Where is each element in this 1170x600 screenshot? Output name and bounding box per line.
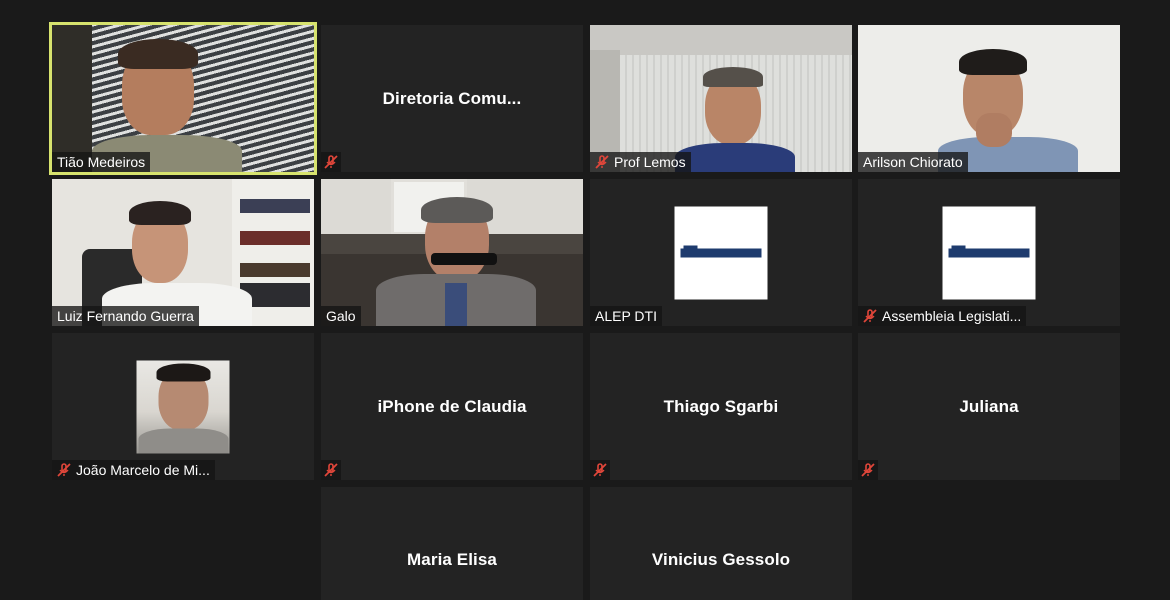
participant-video bbox=[590, 25, 852, 172]
mic-muted-icon bbox=[861, 463, 875, 477]
mic-muted-icon bbox=[593, 463, 607, 477]
participant-name-label: Prof Lemos bbox=[590, 152, 691, 172]
participant-name-label: Assembleia Legislati... bbox=[858, 306, 1027, 326]
mic-muted-icon bbox=[57, 463, 71, 477]
participant-tile-luiz-fernando-guerra[interactable]: Luiz Fernando Guerra bbox=[52, 179, 314, 326]
participant-tile-arilson-chiorato[interactable]: Arilson Chiorato bbox=[858, 25, 1120, 172]
participant-tile-iphone-de-claudia[interactable]: iPhone de Claudia bbox=[321, 333, 583, 480]
participant-tile-thiago-sgarbi[interactable]: Thiago Sgarbi bbox=[590, 333, 852, 480]
assembly-logo bbox=[674, 206, 768, 299]
participant-video bbox=[52, 25, 314, 172]
participant-name-label bbox=[590, 460, 610, 480]
participant-name-label bbox=[858, 460, 878, 480]
participant-tile-joao-marcelo[interactable]: João Marcelo de Mi... bbox=[52, 333, 314, 480]
participant-name-label: Luiz Fernando Guerra bbox=[52, 306, 199, 326]
participant-tile-assembleia-legislativa[interactable]: Assembleia Legislati... bbox=[858, 179, 1120, 326]
participant-tile-maria-elisa[interactable]: Maria Elisa bbox=[321, 487, 583, 600]
mic-muted-icon bbox=[324, 463, 338, 477]
participant-tile-prof-lemos[interactable]: Prof Lemos bbox=[590, 25, 852, 172]
participant-name-label: Arilson Chiorato bbox=[858, 152, 968, 172]
participant-video bbox=[52, 179, 314, 326]
profile-picture bbox=[136, 360, 230, 453]
participant-name: Juliana bbox=[959, 396, 1019, 416]
participant-tile-juliana[interactable]: Juliana bbox=[858, 333, 1120, 480]
gallery-view: Tião Medeiros Diretoria Comu... Prof Lem… bbox=[0, 0, 1170, 600]
participant-name-label: Tião Medeiros bbox=[52, 152, 151, 172]
participant-name-label: João Marcelo de Mi... bbox=[52, 460, 215, 480]
participant-name: iPhone de Claudia bbox=[377, 396, 527, 416]
participant-name: Vinicius Gessolo bbox=[651, 550, 791, 569]
participant-video bbox=[321, 179, 583, 326]
assembly-logo bbox=[942, 206, 1036, 299]
mic-muted-icon bbox=[863, 309, 877, 323]
participant-tile-diretoria[interactable]: Diretoria Comu... bbox=[321, 25, 583, 172]
participant-tile-alep-dti[interactable]: ALEP DTI bbox=[590, 179, 852, 326]
participant-tile-vinicius-gessolo[interactable]: Vinicius Gessolo bbox=[590, 487, 852, 600]
participant-name-label: ALEP DTI bbox=[590, 306, 662, 326]
mic-muted-icon bbox=[595, 155, 609, 169]
participant-name: Diretoria Comu... bbox=[382, 88, 522, 108]
participant-name-label bbox=[321, 152, 341, 172]
participant-name: Thiago Sgarbi bbox=[663, 396, 779, 416]
participant-name-label: Galo bbox=[321, 306, 361, 326]
participant-name: Maria Elisa bbox=[407, 550, 497, 569]
participant-tile-galo[interactable]: Galo bbox=[321, 179, 583, 326]
participant-tile-tiao-medeiros[interactable]: Tião Medeiros bbox=[49, 22, 317, 175]
participant-video bbox=[858, 25, 1120, 172]
mic-muted-icon bbox=[324, 155, 338, 169]
participant-name-label bbox=[321, 460, 341, 480]
